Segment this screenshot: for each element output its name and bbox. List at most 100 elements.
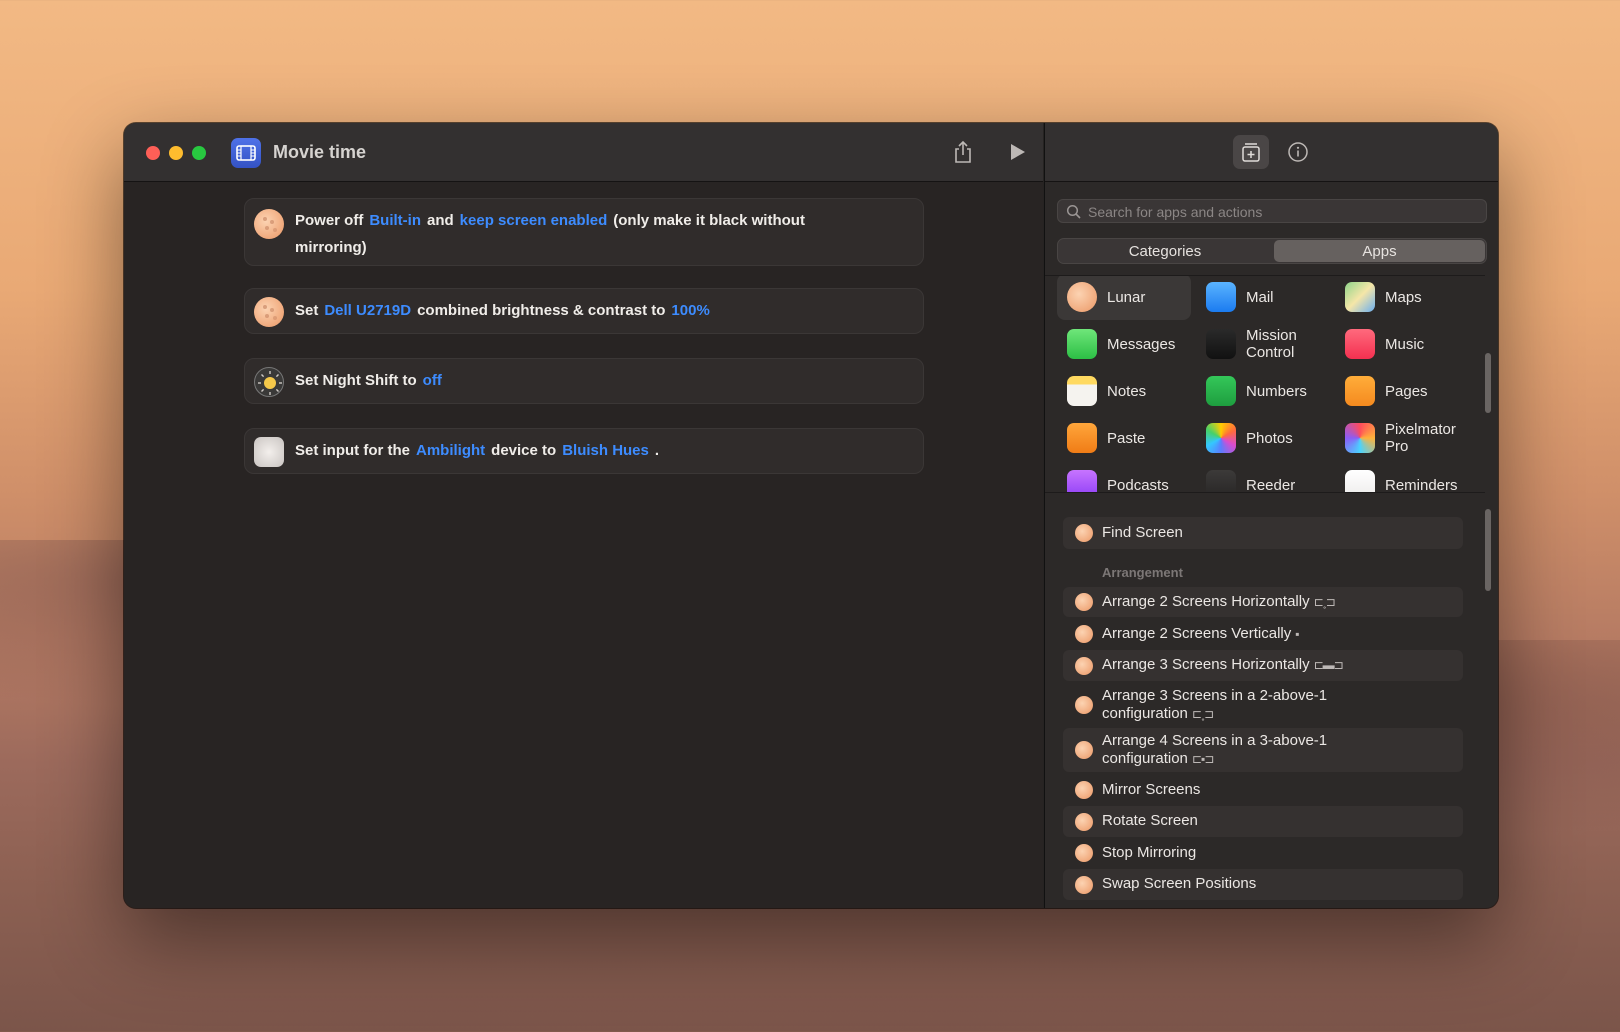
- parameter-token[interactable]: Ambilight: [410, 442, 491, 459]
- categories-tab[interactable]: Categories: [1060, 240, 1270, 262]
- lunar-icon: [254, 297, 284, 327]
- maps-icon: [1345, 282, 1375, 312]
- info-button[interactable]: [1287, 141, 1309, 163]
- app-item-notes[interactable]: Notes: [1057, 368, 1191, 414]
- apps-scrollbar[interactable]: [1485, 353, 1491, 413]
- share-button[interactable]: [950, 139, 976, 165]
- action-label: Set Night Shift to: [295, 372, 417, 389]
- search-input[interactable]: [1088, 202, 1478, 221]
- action-item-find-screen[interactable]: Find Screen: [1063, 517, 1463, 549]
- app-name: Maps: [1385, 288, 1422, 306]
- app-item-mail[interactable]: Mail: [1196, 276, 1330, 320]
- parameter-token[interactable]: off: [417, 372, 448, 389]
- music-icon: [1345, 329, 1375, 359]
- parameter-token[interactable]: keep screen enabled: [454, 212, 614, 229]
- action-item[interactable]: Swap Screen Positions: [1063, 869, 1463, 900]
- action-item[interactable]: Rotate Screen: [1063, 806, 1463, 837]
- screen-arrangement-icon: ⊏▪⊐: [1191, 752, 1214, 766]
- app-item-podcasts[interactable]: Podcasts: [1057, 462, 1191, 492]
- lunar-icon: [1075, 875, 1093, 894]
- reeder-icon: [1206, 470, 1236, 492]
- app-item-paste[interactable]: Paste: [1057, 415, 1191, 461]
- play-icon: [1011, 144, 1025, 160]
- lunar-icon: [1075, 593, 1093, 611]
- search-field[interactable]: [1057, 199, 1487, 223]
- close-window-button[interactable]: [146, 146, 160, 160]
- parameter-token[interactable]: Bluish Hues: [556, 442, 655, 459]
- app-item-reminders[interactable]: Reminders: [1335, 462, 1469, 493]
- app-name: Messages: [1107, 335, 1176, 353]
- screen-arrangement-icon: ⊏˳⊐: [1313, 595, 1336, 609]
- action-item[interactable]: Arrange 2 Screens Horizontally ⊏˳⊐: [1063, 587, 1463, 617]
- app-item-photos[interactable]: Photos: [1196, 415, 1330, 461]
- action-item[interactable]: Stop Mirroring: [1063, 838, 1463, 868]
- app-name: Mission Control: [1246, 327, 1297, 361]
- action-label: Arrange 2 Screens Vertically ▪: [1102, 625, 1300, 642]
- paste-icon: [1067, 423, 1097, 453]
- shortcuts-window: Movie time Power off Built-in and keep scre…: [124, 123, 1498, 908]
- library-segmented-control: Categories Apps: [1057, 238, 1487, 264]
- photos-icon: [1206, 423, 1236, 453]
- app-item-messages[interactable]: Messages: [1057, 321, 1191, 367]
- app-name: Pages: [1385, 382, 1428, 400]
- action-item[interactable]: Arrange 2 Screens Vertically ▪: [1063, 619, 1463, 649]
- app-item-numbers[interactable]: Numbers: [1196, 368, 1330, 414]
- pages-icon: [1345, 376, 1375, 406]
- run-button[interactable]: [1006, 141, 1028, 163]
- info-icon: [1288, 142, 1308, 162]
- app-item-music[interactable]: Music: [1335, 321, 1469, 367]
- zoom-window-button[interactable]: [192, 146, 206, 160]
- action-label: Mirror Screens: [1102, 781, 1201, 798]
- action-block[interactable]: Set Night Shift to off: [244, 358, 924, 404]
- lunar-icon: [1075, 741, 1093, 759]
- action-label: Arrange 4 Screens in a 3-above-1 configu…: [1102, 732, 1328, 767]
- action-item[interactable]: Arrange 3 Screens in a 2-above-1 configu…: [1063, 683, 1463, 727]
- app-item-pixelmator-pro[interactable]: Pixelmator Pro: [1335, 415, 1469, 461]
- action-label: and: [427, 212, 454, 229]
- share-icon: [955, 140, 971, 163]
- parameter-token[interactable]: Dell U2719D: [318, 302, 417, 319]
- lunar-icon: [1075, 812, 1093, 831]
- actions-scrollbar[interactable]: [1485, 509, 1491, 591]
- action-label: Rotate Screen: [1102, 812, 1198, 829]
- action-item[interactable]: Mirror Screens: [1063, 775, 1463, 805]
- parameter-token[interactable]: 100%: [665, 302, 715, 319]
- film-icon: [236, 145, 256, 161]
- app-item-pages[interactable]: Pages: [1335, 368, 1469, 414]
- action-item[interactable]: Arrange 3 Screens Horizontally ⊏▬⊐: [1063, 650, 1463, 681]
- minimize-window-button[interactable]: [169, 146, 183, 160]
- lunar-icon: [254, 209, 284, 239]
- app-name: Reminders: [1385, 476, 1458, 493]
- app-item-mission-control[interactable]: Mission Control: [1196, 321, 1330, 367]
- library-toolbar: [1045, 123, 1498, 182]
- numbers-icon: [1206, 376, 1236, 406]
- library-button[interactable]: [1233, 135, 1269, 169]
- app-name: Numbers: [1246, 382, 1307, 400]
- apps-tab[interactable]: Apps: [1274, 240, 1485, 262]
- app-item-reeder[interactable]: Reeder: [1196, 462, 1330, 492]
- ambilight-icon: [254, 437, 284, 467]
- parameter-token[interactable]: Built-in: [363, 212, 427, 229]
- action-block[interactable]: Power off Built-in and keep screen enabled(…: [244, 198, 924, 266]
- shortcut-title[interactable]: Movie time: [273, 142, 366, 163]
- shortcut-icon[interactable]: [231, 138, 261, 168]
- titlebar: Movie time: [124, 123, 1043, 182]
- apps-grid: Lunar Mail Maps Messages Mission Control Musi…: [1045, 275, 1485, 493]
- action-block[interactable]: Set input for the Ambilight device to Bluis…: [244, 428, 924, 474]
- app-item-maps[interactable]: Maps: [1335, 276, 1469, 320]
- action-block[interactable]: Set Dell U2719D combined brightness & cont…: [244, 288, 924, 334]
- lunar-icon: [1075, 656, 1093, 675]
- lunar-icon: [1067, 282, 1097, 312]
- action-label: Swap Screen Positions: [1102, 875, 1257, 892]
- action-label: Set input for the: [295, 442, 410, 459]
- app-name: Music: [1385, 335, 1425, 353]
- app-name: Photos: [1246, 429, 1293, 447]
- lunar-icon: [1075, 781, 1093, 799]
- action-label: Stop Mirroring: [1102, 844, 1197, 861]
- screen-arrangement-icon: ⊏˳⊐: [1191, 707, 1214, 721]
- screen-arrangement-icon: ⊏▬⊐: [1313, 658, 1344, 672]
- action-item[interactable]: Arrange 4 Screens in a 3-above-1 configu…: [1063, 728, 1463, 772]
- action-text: Set input for the Ambilight device to Bluis…: [295, 437, 843, 464]
- search-icon: [1066, 204, 1081, 219]
- app-item-lunar[interactable]: Lunar: [1057, 276, 1191, 320]
